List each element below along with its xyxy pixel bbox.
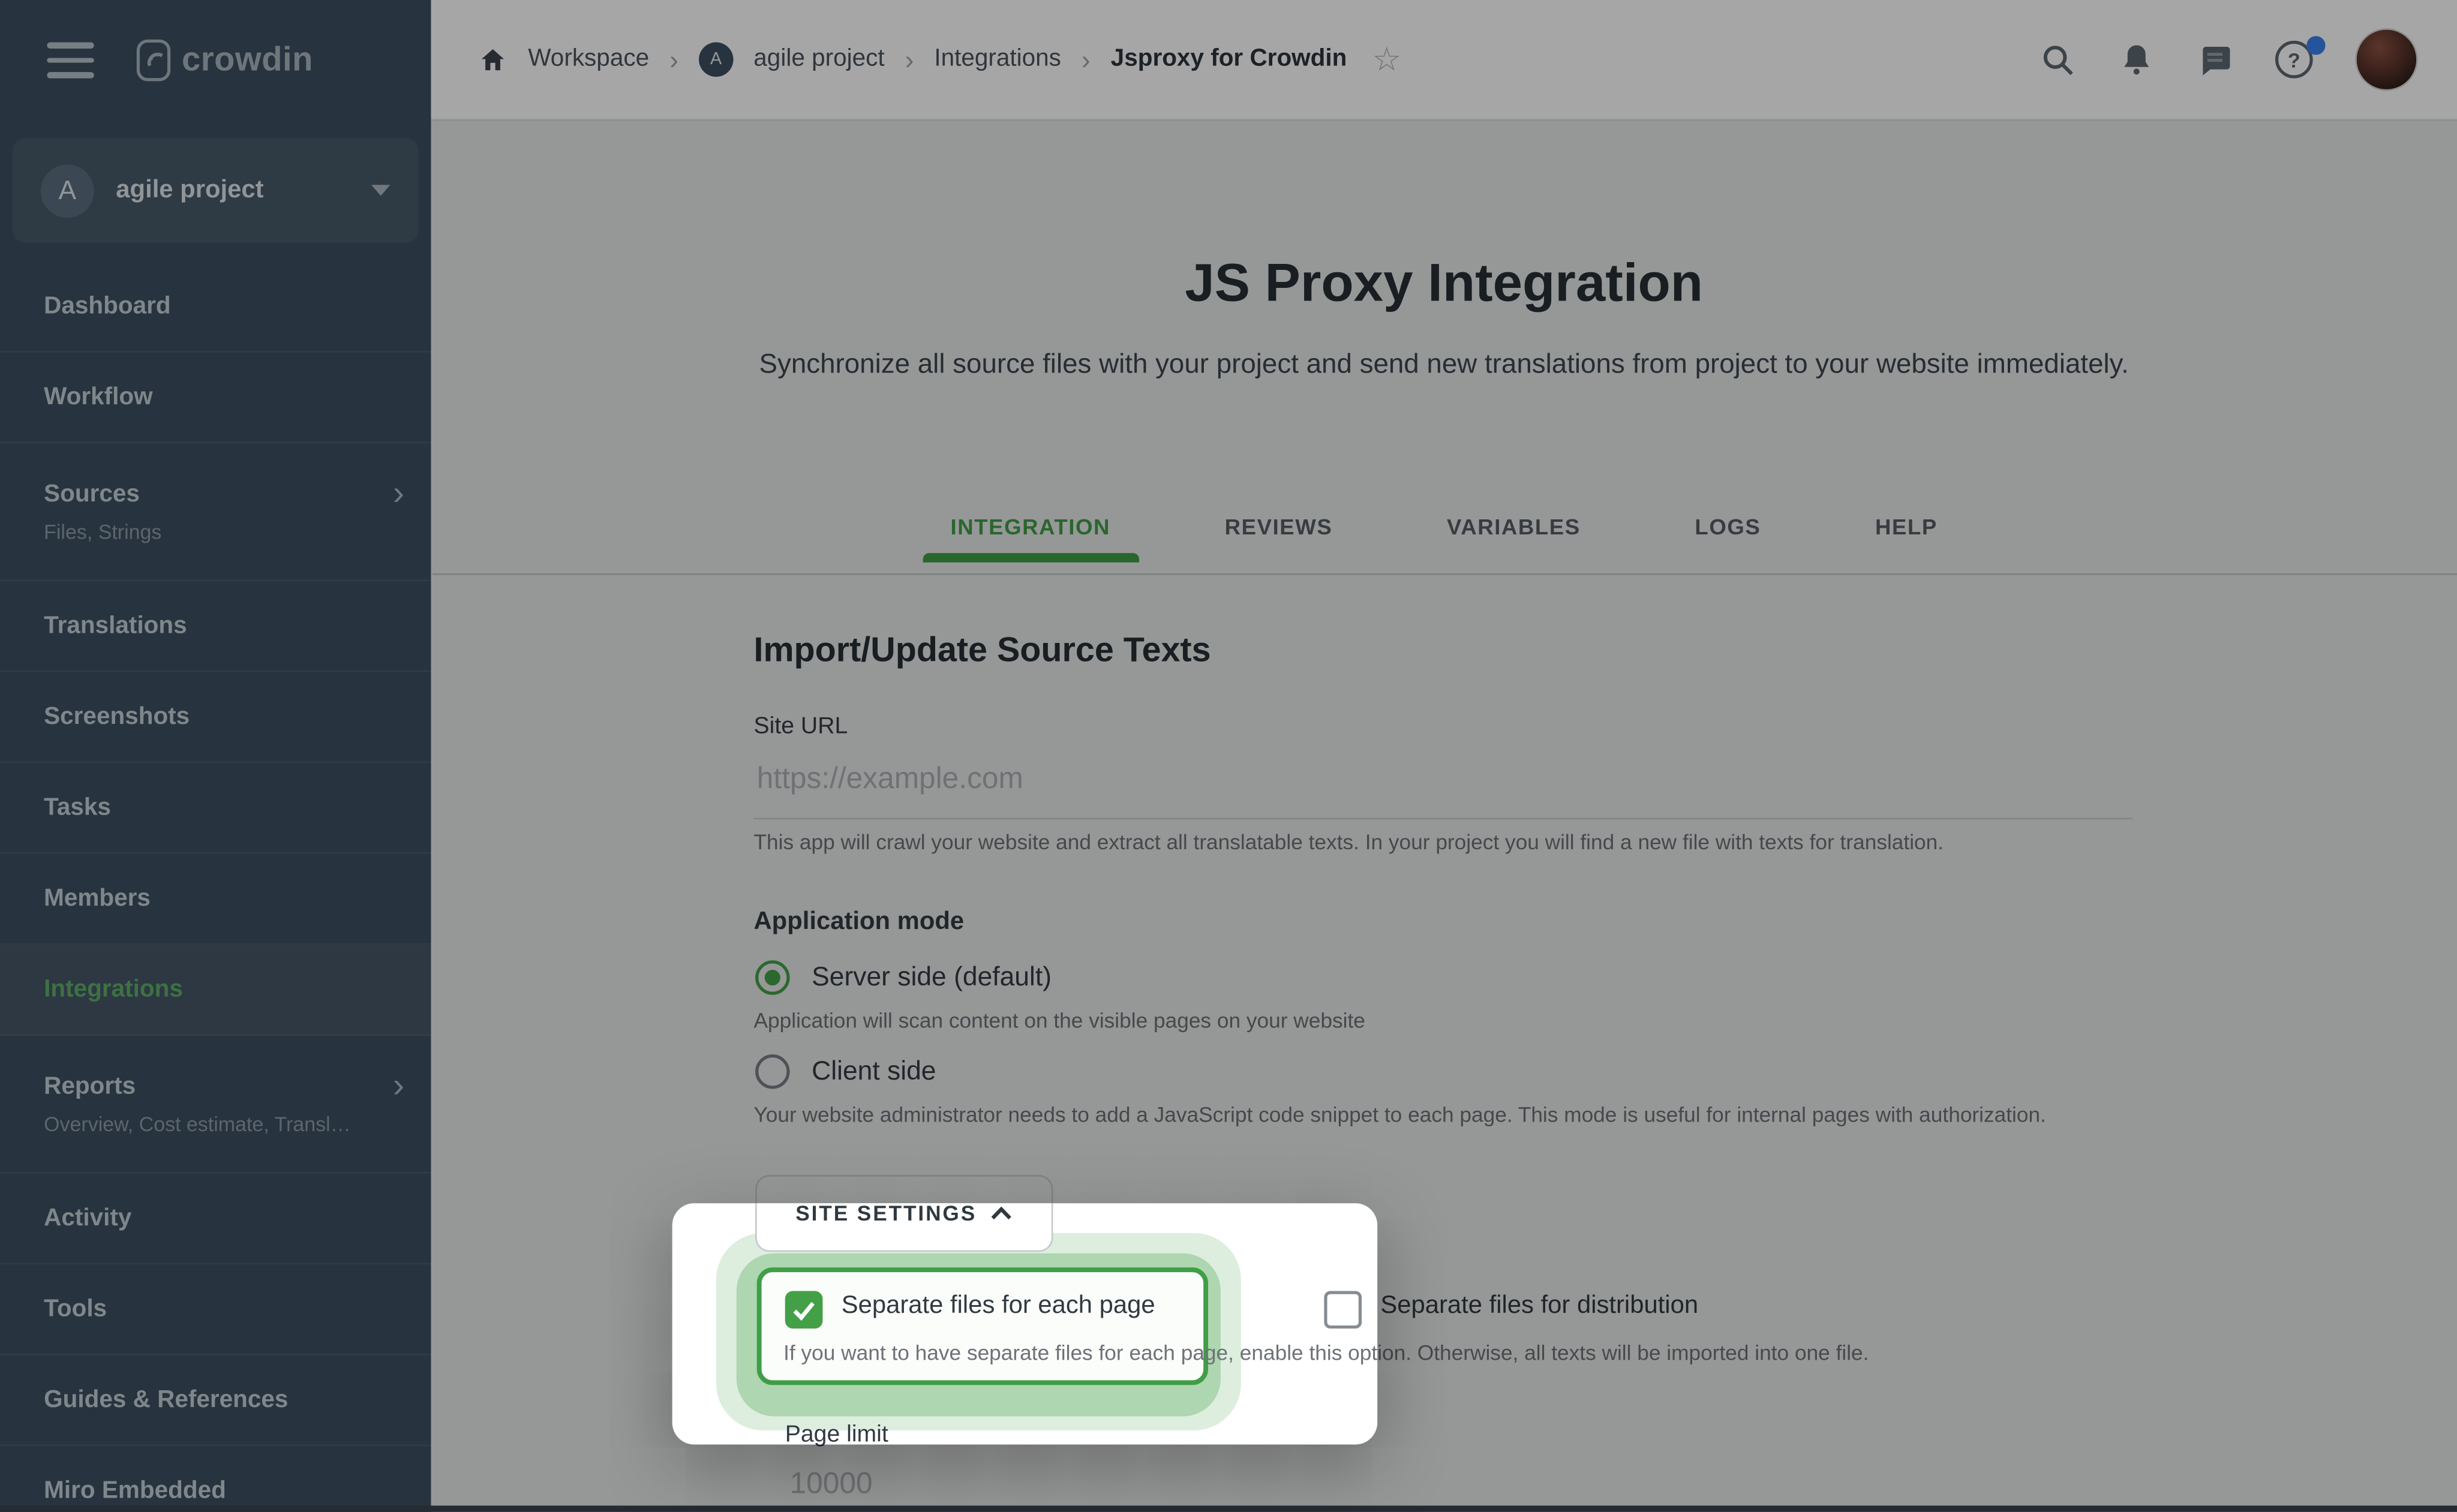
spotlight-card-clip: SITE SETTINGS Separate files for each pa…: [672, 1203, 1378, 1445]
spotlight-highlight-box: [756, 1267, 1209, 1385]
site-settings-section-highlighted: SITE SETTINGS Separate files for each pa…: [672, 1203, 1378, 1445]
checkbox-separate-files-each-page[interactable]: [785, 1291, 823, 1329]
checkmark-icon: [793, 1301, 815, 1321]
checkbox-separate-files-distribution[interactable]: [1324, 1291, 1362, 1329]
each-page-help: If you want to have separate files for e…: [783, 1341, 1378, 1365]
site-settings-toggle-button[interactable]: SITE SETTINGS: [755, 1203, 1053, 1252]
app-window: Workspace › A agile project › Integratio…: [0, 0, 2457, 1512]
chevron-up-icon: [992, 1206, 1012, 1220]
screenshot-root: Workspace › A agile project › Integratio…: [0, 0, 2457, 1512]
site-settings-button-label: SITE SETTINGS: [795, 1203, 977, 1225]
checkbox-each-page-label[interactable]: Separate files for each page: [842, 1292, 1155, 1321]
spotlight-card-content: SITE SETTINGS Separate files for each pa…: [672, 1203, 1378, 1445]
tour-spotlight-card: SITE SETTINGS Separate files for each pa…: [672, 1203, 1378, 1445]
page-limit-label: Page limit: [785, 1421, 888, 1445]
